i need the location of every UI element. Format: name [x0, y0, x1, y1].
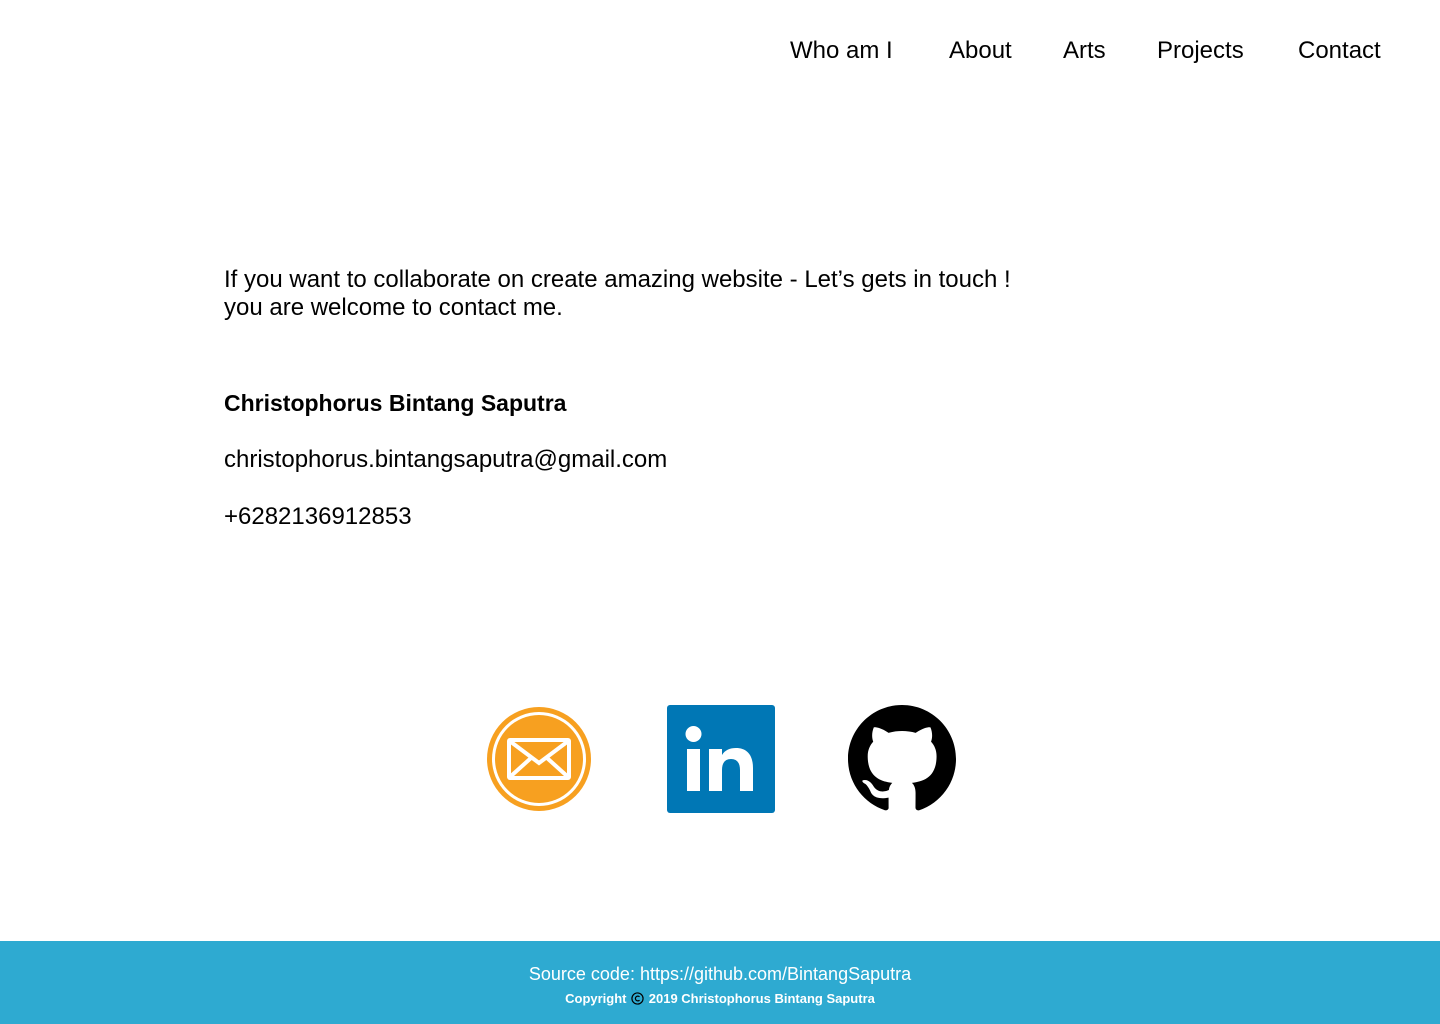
nav-item-arts[interactable]: Arts	[1063, 36, 1106, 66]
footer-source-prefix: Source code:	[528, 964, 640, 984]
intro-line-1: If you want to collaborate on create ama…	[224, 266, 1011, 293]
nav-item-contact[interactable]: Contact	[1298, 36, 1381, 66]
intro-line-2: you are welcome to contact me.	[224, 294, 563, 321]
github-link[interactable]	[848, 705, 956, 813]
footer-copyright: Copyright 2019 Christophorus Bintang Sap…	[0, 991, 1440, 1007]
contact-name: Christophorus Bintang Saputra	[224, 390, 567, 416]
linkedin-link[interactable]	[667, 705, 775, 813]
intro-text: If you want to collaborate on create ama…	[224, 266, 1124, 322]
mail-icon	[487, 707, 591, 811]
nav-item-projects[interactable]: Projects	[1157, 36, 1244, 66]
footer: Source code: https://github.com/BintangS…	[0, 941, 1440, 1024]
copyright-text: 2019 Christophorus Bintang Saputra	[648, 991, 875, 1006]
nav-item-who-am-i[interactable]: Who am I	[790, 36, 893, 66]
top-navigation: Who am I About Arts Projects Contact	[0, 36, 1440, 68]
contact-email-link[interactable]: christophorus.bintangsaputra@gmail.com	[224, 446, 667, 474]
footer-source: Source code: https://github.com/BintangS…	[0, 963, 1440, 985]
social-links	[0, 705, 1440, 815]
mail-link[interactable]	[485, 705, 593, 813]
contact-phone: +6282136912853	[224, 503, 412, 530]
contact-page: Who am I About Arts Projects Contact If …	[0, 0, 1440, 1024]
github-icon	[848, 705, 956, 811]
copyright-icon	[631, 992, 644, 1005]
footer-source-link[interactable]: https://github.com/BintangSaputra	[640, 964, 911, 984]
copyright-label: Copyright	[565, 991, 627, 1006]
nav-item-about[interactable]: About	[949, 36, 1012, 66]
linkedin-icon	[667, 705, 775, 813]
